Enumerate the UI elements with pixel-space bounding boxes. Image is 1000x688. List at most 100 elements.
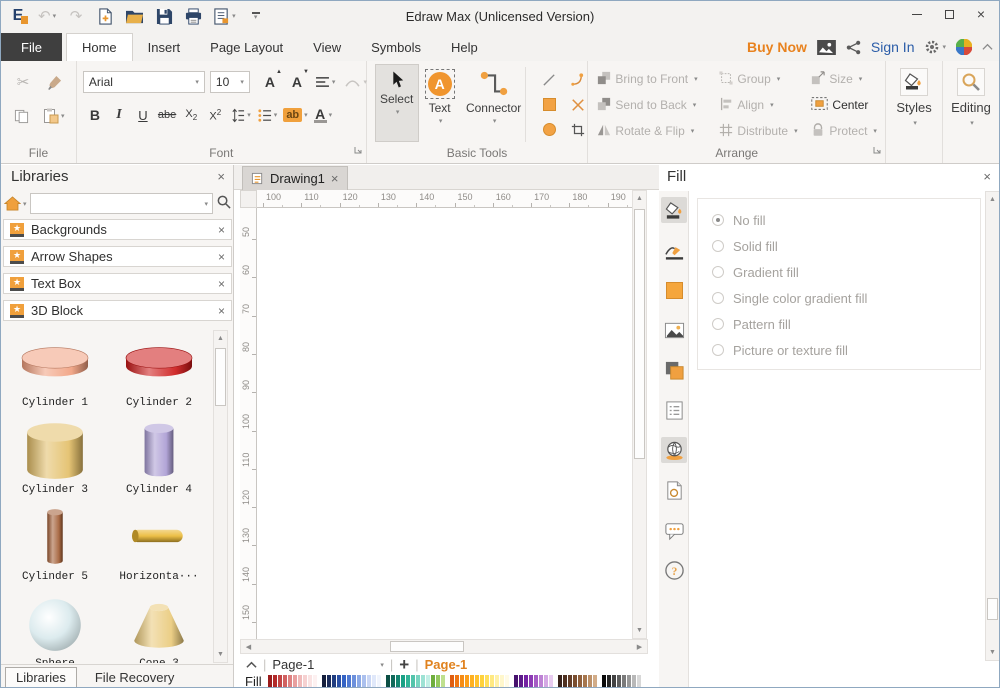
font-dialog-launcher[interactable] <box>354 141 362 159</box>
shape-thumbnail-cylinder-5[interactable]: Cylinder 5 <box>3 504 107 591</box>
palette-swatch[interactable] <box>342 675 346 688</box>
subscript-icon[interactable]: X2 <box>182 104 200 126</box>
canvas-scroll-right-icon[interactable]: ▶ <box>632 640 647 653</box>
shape-thumbnail-cylinder-3[interactable]: Cylinder 3 <box>3 417 107 504</box>
shape-thumbnail-cylinder-1[interactable]: Cylinder 1 <box>3 330 107 417</box>
text-tool-button[interactable]: A Text▾ <box>421 64 459 142</box>
library-scroll-thumb[interactable] <box>215 348 226 406</box>
canvas-vscrollbar[interactable]: ▲ ▼ <box>632 190 647 639</box>
palette-swatch[interactable] <box>367 675 371 688</box>
palette-swatch[interactable] <box>337 675 341 688</box>
buy-now-link[interactable]: Buy Now <box>747 39 807 55</box>
palette-swatch[interactable] <box>396 675 400 688</box>
editing-button[interactable]: Editing ▾ <box>943 61 999 163</box>
palette-swatch[interactable] <box>416 675 420 688</box>
palette-swatch[interactable] <box>357 675 361 688</box>
library-section-text-box[interactable]: ★Text Box× <box>3 273 232 294</box>
underline-icon[interactable]: U <box>134 104 152 126</box>
palette-swatch[interactable] <box>426 675 430 688</box>
minimize-icon[interactable] <box>901 1 933 27</box>
layers-icon[interactable] <box>661 357 687 383</box>
palette-swatch[interactable] <box>602 675 606 688</box>
shape-thumbnail-cylinder-2[interactable]: Cylinder 2 <box>107 330 211 417</box>
format-painter-icon[interactable] <box>45 71 63 93</box>
palette-swatch[interactable] <box>617 675 621 688</box>
grow-font-icon[interactable]: A▲ <box>261 71 279 93</box>
palette-swatch[interactable] <box>612 675 616 688</box>
fill-option-solid-fill[interactable]: Solid fill <box>712 233 980 259</box>
palette-swatch[interactable] <box>607 675 611 688</box>
arrange-group-button[interactable]: Group▾ <box>716 68 808 90</box>
canvas-scroll-down-icon[interactable]: ▼ <box>633 623 646 638</box>
fill-option-gradient-fill[interactable]: Gradient fill <box>712 259 980 285</box>
styles-button[interactable]: Styles ▾ <box>886 61 942 163</box>
shape-thumbnail-cone-3[interactable]: Cone 3 <box>107 591 211 663</box>
page-selector[interactable]: Page-1 <box>272 657 372 672</box>
image-share-icon[interactable] <box>817 40 836 55</box>
library-search-input[interactable]: ▾ <box>30 193 213 214</box>
line-tool-icon[interactable] <box>541 69 559 91</box>
copy-icon[interactable] <box>12 105 30 127</box>
library-section-close-icon[interactable]: × <box>218 224 225 236</box>
palette-swatch[interactable] <box>322 675 326 688</box>
arrange-dialog-launcher[interactable] <box>873 141 881 159</box>
menu-tab-view[interactable]: View <box>298 33 356 61</box>
canvas-scroll-left-icon[interactable]: ◀ <box>241 640 256 653</box>
radio-button[interactable] <box>712 266 724 278</box>
connector-tool-button[interactable]: Connector▾ <box>461 64 527 142</box>
palette-swatch[interactable] <box>441 675 445 688</box>
fill-bucket-icon[interactable] <box>661 197 687 223</box>
palette-swatch[interactable] <box>480 675 484 688</box>
share-icon[interactable] <box>846 40 861 55</box>
radio-button[interactable] <box>712 318 724 330</box>
palette-swatch[interactable] <box>372 675 376 688</box>
palette-swatch[interactable] <box>332 675 336 688</box>
home-icon[interactable]: ▾ <box>4 196 27 211</box>
palette-swatch[interactable] <box>455 675 459 688</box>
palette-swatch[interactable] <box>627 675 631 688</box>
palette-swatch[interactable] <box>529 675 533 688</box>
palette-swatch[interactable] <box>283 675 287 688</box>
palette-swatch[interactable] <box>519 675 523 688</box>
crop-tool-icon[interactable] <box>569 119 587 141</box>
collapse-pages-icon[interactable] <box>246 657 257 672</box>
bold-icon[interactable]: B <box>86 104 104 126</box>
palette-swatch[interactable] <box>406 675 410 688</box>
close-icon[interactable]: × <box>965 1 997 27</box>
collapse-ribbon-icon[interactable] <box>982 43 993 51</box>
font-size-select[interactable]: 10▾ <box>210 71 250 93</box>
search-icon[interactable] <box>216 194 231 214</box>
palette-swatch[interactable] <box>549 675 553 688</box>
bottom-tab-libraries[interactable]: Libraries <box>5 667 77 688</box>
palette-swatch[interactable] <box>524 675 528 688</box>
fill-panel-scrollbar[interactable]: ▲ ▼ <box>985 191 1000 661</box>
palette-swatch[interactable] <box>583 675 587 688</box>
palette-swatch[interactable] <box>573 675 577 688</box>
palette-swatch[interactable] <box>622 675 626 688</box>
palette-swatch[interactable] <box>505 675 509 688</box>
fill-option-single-color-gradient-fill[interactable]: Single color gradient fill <box>712 285 980 311</box>
palette-swatch[interactable] <box>362 675 366 688</box>
line-spacing-icon[interactable]: ▾ <box>230 104 251 126</box>
drawing-tab[interactable]: Drawing1 × <box>242 166 348 190</box>
palette-swatch[interactable] <box>293 675 297 688</box>
line-style-icon[interactable] <box>661 237 687 263</box>
palette-swatch[interactable] <box>558 675 562 688</box>
select-tool-button[interactable]: Select▾ <box>375 64 419 142</box>
palette-swatch[interactable] <box>421 675 425 688</box>
canvas-hscroll-thumb[interactable] <box>390 641 464 652</box>
radio-button[interactable] <box>712 240 724 252</box>
notes-icon[interactable] <box>661 397 687 423</box>
fill-option-no-fill[interactable]: No fill <box>712 207 980 233</box>
quick-shape-icon[interactable] <box>661 277 687 303</box>
font-family-select[interactable]: Arial▾ <box>83 71 205 93</box>
palette-swatch[interactable] <box>347 675 351 688</box>
palette-swatch[interactable] <box>534 675 538 688</box>
arrange-protect-button[interactable]: Protect▾ <box>808 120 890 142</box>
menu-tab-page-layout[interactable]: Page Layout <box>195 33 298 61</box>
fill-option-pattern-fill[interactable]: Pattern fill <box>712 311 980 337</box>
arrange-size-button[interactable]: Size▾ <box>808 68 890 90</box>
font-color-icon[interactable]: A▾ <box>314 104 333 126</box>
palette-swatch[interactable] <box>632 675 636 688</box>
palette-swatch[interactable] <box>352 675 356 688</box>
